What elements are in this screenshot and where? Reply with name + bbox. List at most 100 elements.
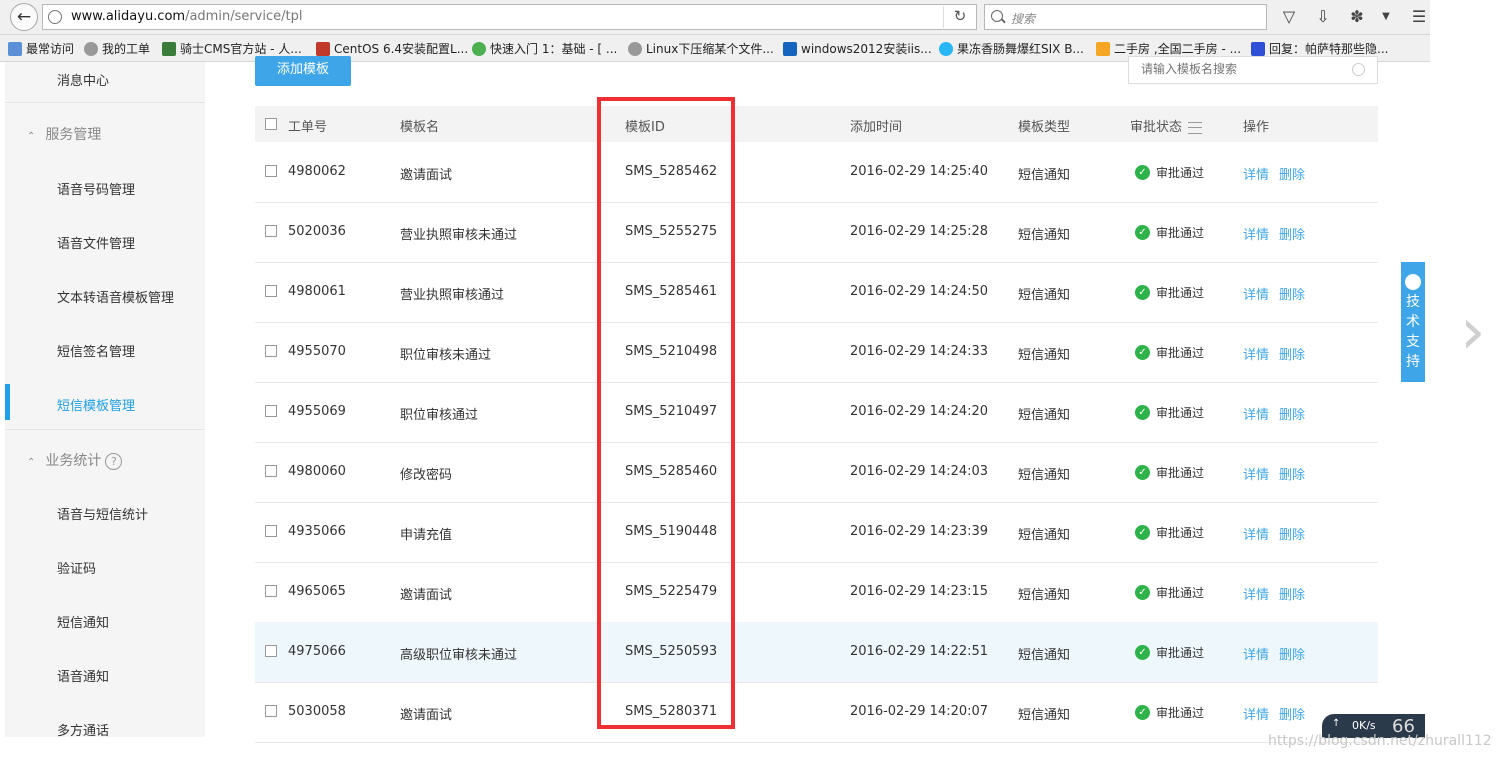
help-icon[interactable]: ?: [105, 452, 123, 470]
template-search-input[interactable]: [1139, 61, 1343, 77]
sidebar-item-message-center[interactable]: 消息中心: [57, 70, 205, 89]
detail-link[interactable]: 详情: [1243, 284, 1269, 303]
detail-link[interactable]: 详情: [1243, 704, 1269, 723]
sidebar-item-verification-code[interactable]: 验证码: [57, 558, 205, 577]
cell-template-name: 营业执照审核未通过: [400, 228, 518, 243]
bookmark-item[interactable]: CentOS 6.4安装配置L...: [316, 40, 468, 57]
bookmark-item[interactable]: 果冻香肠舞爆红SIX B...: [939, 40, 1084, 57]
table-row: 4965065 邀请面试 SMS_5225479 2016-02-29 14:23:1…: [255, 562, 1378, 623]
chat-icon: [1405, 274, 1421, 290]
cell-template-name: 职位审核通过: [400, 408, 479, 423]
extension-icon[interactable]: ✽: [1346, 6, 1368, 28]
check-circle-icon: ✓: [1135, 405, 1150, 420]
chevron-down-icon[interactable]: ▼: [1375, 6, 1397, 28]
browser-search-box[interactable]: 搜索: [984, 4, 1267, 30]
pocket-icon[interactable]: ▽: [1278, 6, 1300, 28]
row-checkbox[interactable]: [265, 645, 277, 657]
cell-status: ✓ 审批通过: [1135, 524, 1204, 541]
reload-button[interactable]: ↻: [945, 4, 975, 30]
template-search-box[interactable]: [1128, 56, 1378, 84]
delete-link[interactable]: 删除: [1279, 524, 1305, 543]
arrow-left-icon: ←: [16, 7, 32, 27]
delete-link[interactable]: 删除: [1279, 704, 1305, 723]
row-checkbox[interactable]: [265, 525, 277, 537]
search-icon[interactable]: [1352, 63, 1365, 76]
chevron-right-icon[interactable]: ›: [1460, 300, 1486, 364]
cell-template-type: 短信通知: [1018, 528, 1071, 543]
cell-added-time: 2016-02-29 14:25:28: [850, 224, 989, 239]
sidebar-item-multi-call[interactable]: 多方通话: [57, 720, 205, 739]
sidebar-item-stats[interactable]: 语音与短信统计: [57, 504, 205, 523]
browser-search-placeholder: 搜索: [1011, 12, 1036, 26]
bookmark-item[interactable]: 最常访问: [8, 40, 74, 57]
url-text[interactable]: www.alidayu.com/admin/service/tpl: [71, 9, 302, 24]
detail-link[interactable]: 详情: [1243, 464, 1269, 483]
bookmark-item[interactable]: 我的工单: [84, 40, 150, 57]
row-checkbox[interactable]: [265, 465, 277, 477]
cell-status: ✓ 审批通过: [1135, 344, 1204, 361]
detail-link[interactable]: 详情: [1243, 344, 1269, 363]
row-checkbox[interactable]: [265, 165, 277, 177]
detail-link[interactable]: 详情: [1243, 524, 1269, 543]
sidebar-group-service[interactable]: ⌃ 服务管理: [27, 124, 227, 144]
row-checkbox[interactable]: [265, 705, 277, 717]
sidebar-item-tts-template[interactable]: 文本转语音模板管理: [57, 287, 205, 306]
delete-link[interactable]: 删除: [1279, 584, 1305, 603]
delete-link[interactable]: 删除: [1279, 404, 1305, 423]
row-checkbox[interactable]: [265, 585, 277, 597]
sidebar-item-voice-number[interactable]: 语音号码管理: [57, 179, 205, 198]
bookmark-item[interactable]: 回复：帕萨特那些隐...: [1251, 40, 1388, 57]
detail-link[interactable]: 详情: [1243, 584, 1269, 603]
cell-template-type: 短信通知: [1018, 228, 1071, 243]
row-checkbox[interactable]: [265, 285, 277, 297]
menu-icon[interactable]: ☰: [1408, 6, 1430, 28]
url-bar[interactable]: www.alidayu.com/admin/service/tpl: [42, 4, 977, 30]
sidebar-group-stats[interactable]: ⌃ 业务统计?: [27, 450, 227, 470]
cell-order-no: 5020036: [288, 224, 346, 239]
bookmark-item[interactable]: Linux下压缩某个文件...: [628, 40, 774, 57]
bookmark-item[interactable]: 二手房 ,全国二手房 - ...: [1096, 40, 1241, 57]
delete-link[interactable]: 删除: [1279, 164, 1305, 183]
delete-link[interactable]: 删除: [1279, 284, 1305, 303]
select-all-checkbox[interactable]: [265, 118, 277, 130]
bookmark-item[interactable]: 快速入门 1：基础 - [ ...: [472, 40, 617, 57]
watermark: https://blog.csdn.net/zhurall112: [1268, 733, 1492, 749]
check-circle-icon: ✓: [1135, 345, 1150, 360]
detail-link[interactable]: 详情: [1243, 404, 1269, 423]
cell-template-name: 邀请面试: [400, 168, 453, 183]
bookmark-item[interactable]: 骑士CMS官方站 - 人...: [162, 40, 302, 57]
sidebar-item-voice-file[interactable]: 语音文件管理: [57, 233, 205, 252]
filter-menu-icon[interactable]: [1188, 121, 1203, 134]
cell-added-time: 2016-02-29 14:22:51: [850, 644, 989, 659]
table-row: 4975066 高级职位审核未通过 SMS_5250593 2016-02-29 14…: [255, 622, 1378, 683]
cell-status: ✓ 审批通过: [1135, 284, 1204, 301]
site-icon: [162, 41, 176, 56]
cell-order-no: 4980062: [288, 164, 346, 179]
row-checkbox[interactable]: [265, 405, 277, 417]
detail-link[interactable]: 详情: [1243, 164, 1269, 183]
delete-link[interactable]: 删除: [1279, 644, 1305, 663]
detail-link[interactable]: 详情: [1243, 644, 1269, 663]
cell-added-time: 2016-02-29 14:24:33: [850, 344, 989, 359]
download-icon[interactable]: ⇩: [1312, 6, 1334, 28]
table-row: 4955069 职位审核通过 SMS_5210497 2016-02-29 14:24…: [255, 382, 1378, 443]
bookmark-item[interactable]: windows2012安装iis...: [783, 40, 932, 57]
row-checkbox[interactable]: [265, 225, 277, 237]
chevron-up-icon: ⌃: [27, 131, 36, 142]
sidebar-item-sms-template[interactable]: 短信模板管理: [57, 395, 205, 414]
tech-support-tab[interactable]: 技 术 支 持: [1401, 262, 1425, 382]
speed-text: 0K/s: [1352, 719, 1376, 732]
sidebar-item-sms-signature[interactable]: 短信签名管理: [57, 341, 205, 360]
row-checkbox[interactable]: [265, 345, 277, 357]
cell-template-name: 邀请面试: [400, 708, 453, 723]
delete-link[interactable]: 删除: [1279, 344, 1305, 363]
detail-link[interactable]: 详情: [1243, 224, 1269, 243]
sidebar-item-sms-notice[interactable]: 短信通知: [57, 612, 205, 631]
delete-link[interactable]: 删除: [1279, 224, 1305, 243]
header-status[interactable]: 审批状态: [1130, 116, 1203, 135]
back-button[interactable]: ←: [10, 3, 38, 31]
cell-template-type: 短信通知: [1018, 468, 1071, 483]
sidebar-item-voice-notice[interactable]: 语音通知: [57, 666, 205, 685]
add-template-button[interactable]: 添加模板: [255, 56, 351, 86]
delete-link[interactable]: 删除: [1279, 464, 1305, 483]
